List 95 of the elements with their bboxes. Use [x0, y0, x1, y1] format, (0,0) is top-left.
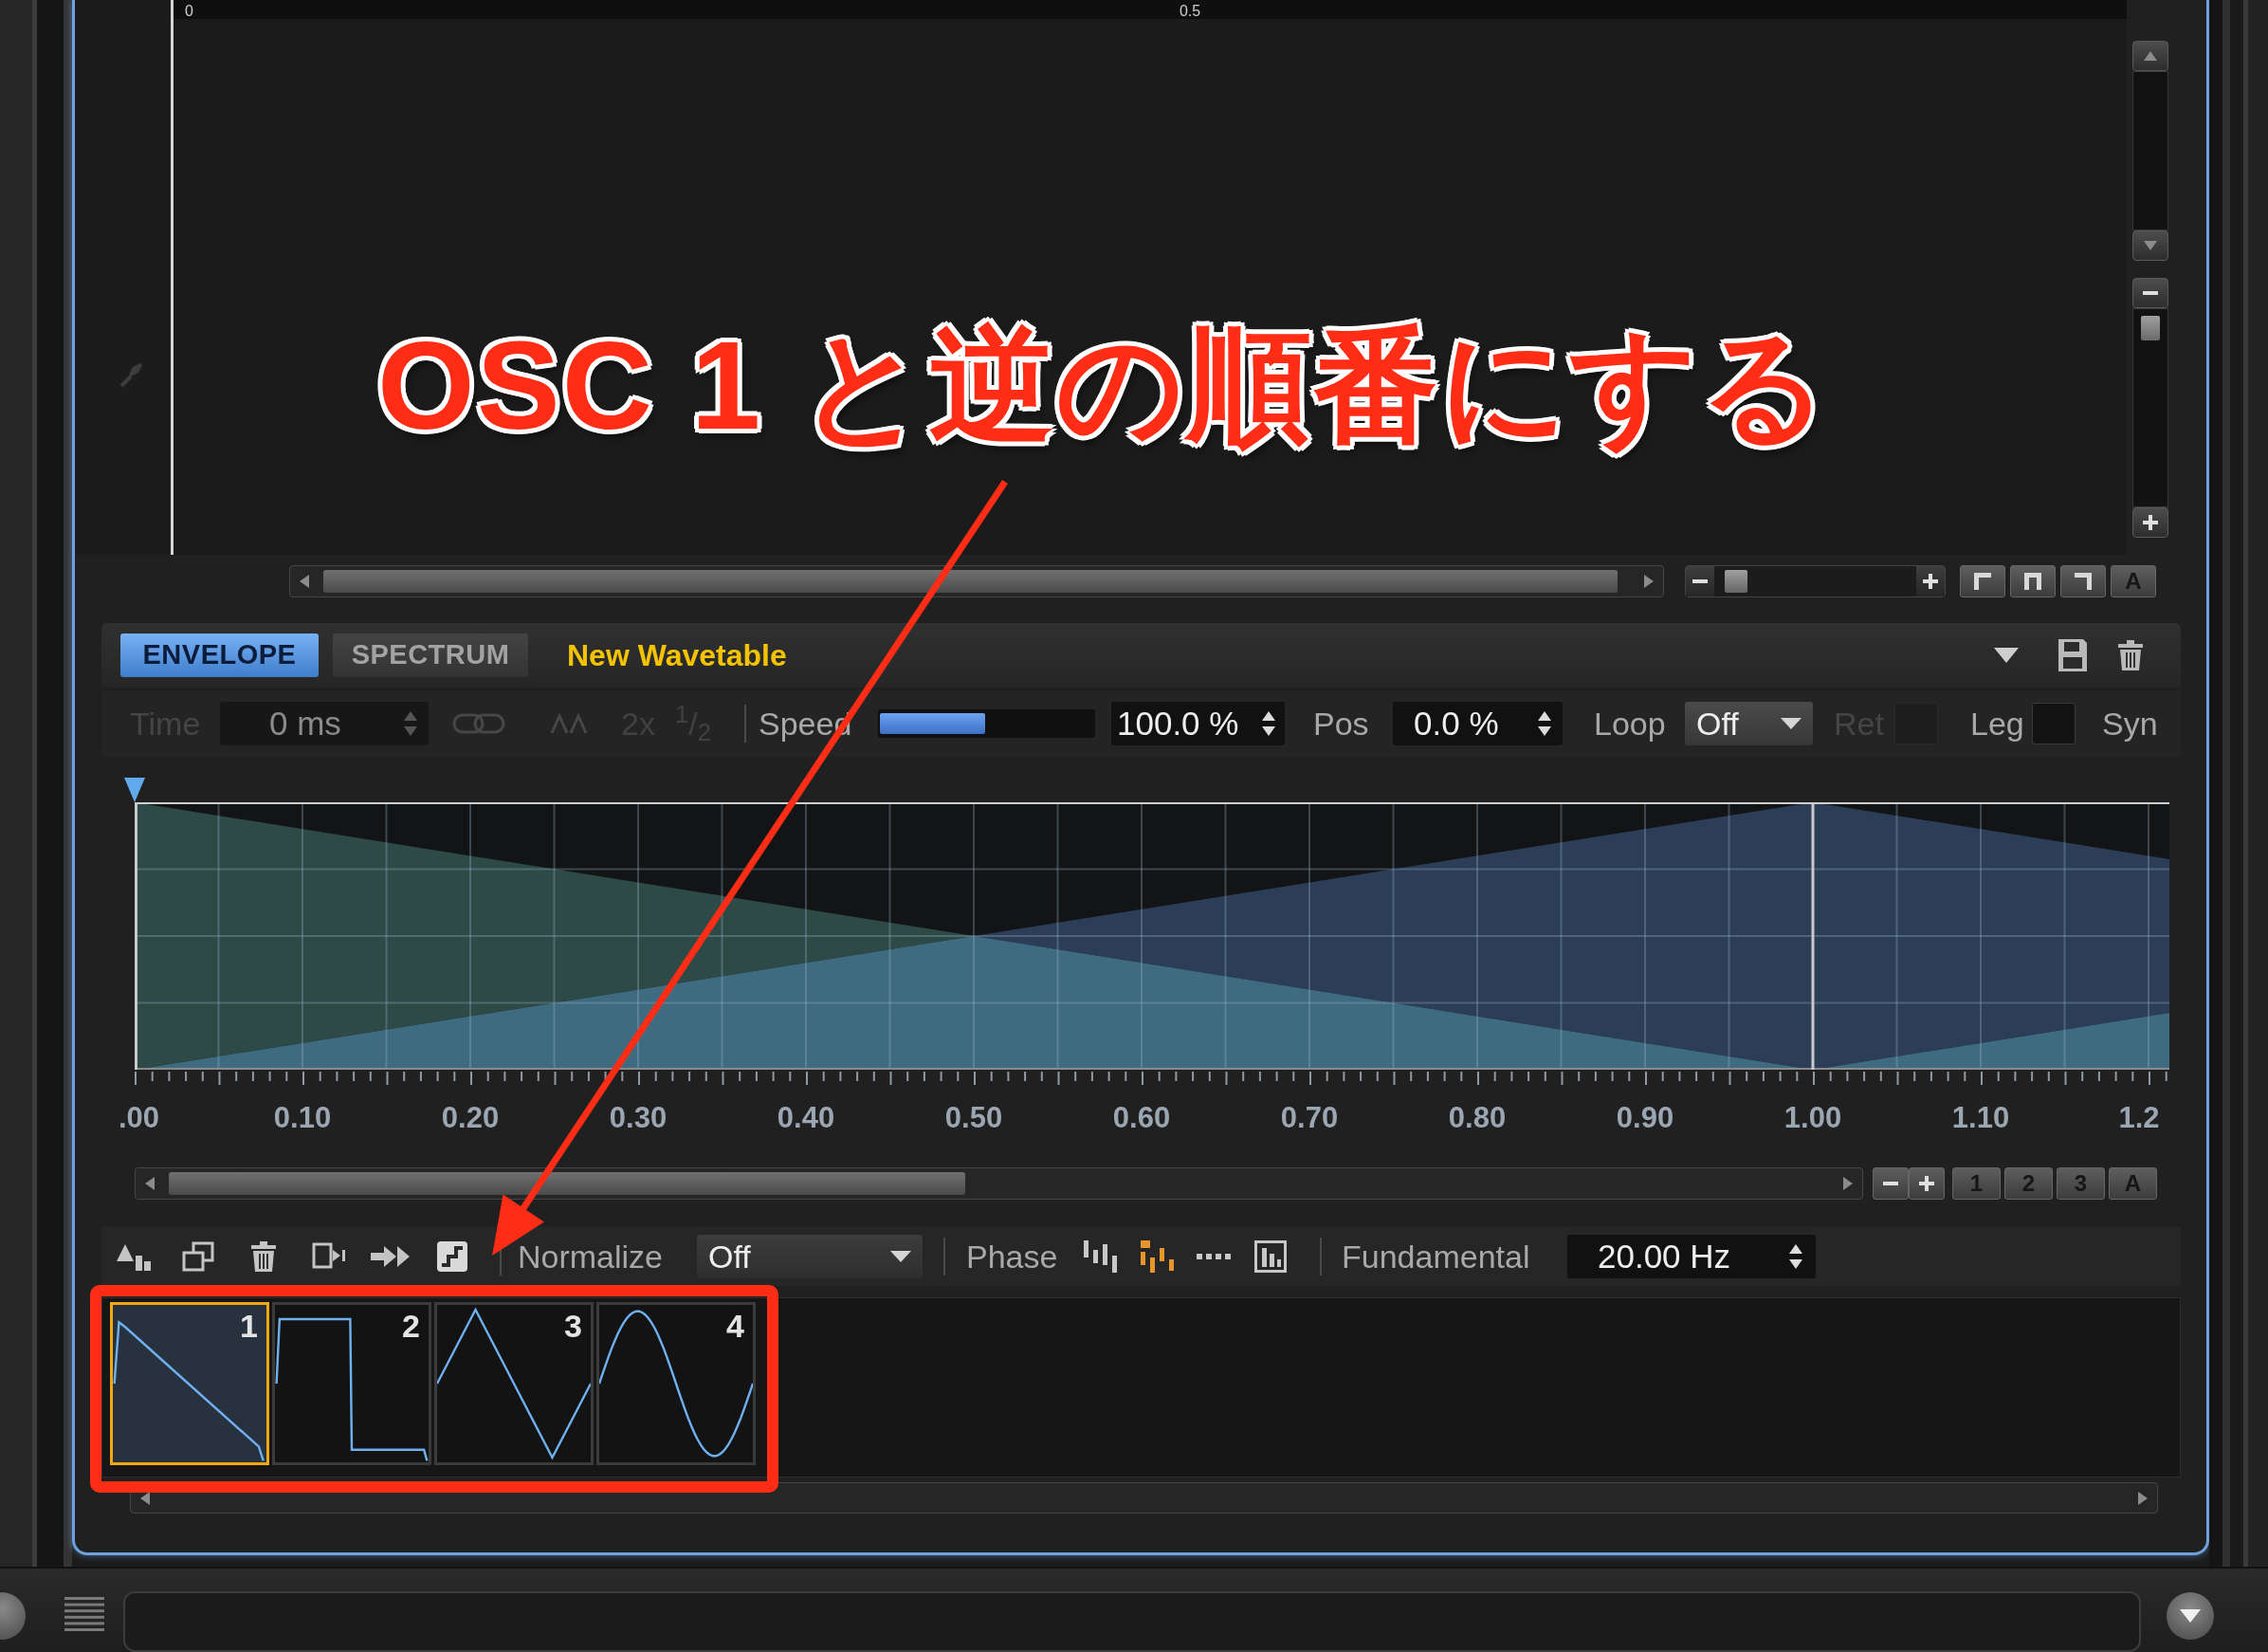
- axis-label: 0.10: [273, 1100, 332, 1136]
- axis-label: 0.50: [944, 1100, 1003, 1136]
- caret-down-icon: [890, 1251, 911, 1262]
- fundamental-field[interactable]: 20.00 Hz: [1567, 1235, 1816, 1278]
- horizontal-scrollbar[interactable]: [289, 564, 1664, 597]
- box-arrow-icon[interactable]: [311, 1242, 348, 1271]
- corner-icon: [2075, 572, 2092, 590]
- phase-label: Phase: [966, 1237, 1058, 1276]
- zoom-in-button[interactable]: [1909, 1167, 1945, 1200]
- staggered-bars-icon[interactable]: [1083, 1240, 1117, 1273]
- trash-icon[interactable]: [2118, 640, 2143, 670]
- axis-label: 0.40: [777, 1100, 835, 1136]
- caret-down-icon[interactable]: [1994, 648, 2019, 663]
- staggered-bars-icon[interactable]: [1140, 1240, 1174, 1273]
- zoom-slider[interactable]: [1714, 565, 1916, 597]
- bracket-icon: [2024, 572, 2041, 590]
- triangle-right-icon: [1644, 574, 1654, 588]
- position-label: Pos: [1313, 704, 1369, 743]
- toggle-label: Leg: [1970, 704, 2024, 743]
- caret-down-icon: [2180, 1609, 2201, 1623]
- plus-icon: [1923, 573, 1938, 589]
- scroll-down-button[interactable]: [2132, 230, 2168, 261]
- speed-slider[interactable]: [878, 709, 1095, 738]
- triangle-up-icon: [2144, 51, 2157, 61]
- peak-icon[interactable]: [116, 1242, 151, 1271]
- duplicate-icon[interactable]: [181, 1241, 214, 1272]
- axis-label: .00: [119, 1100, 160, 1136]
- sync-label: Syn: [2102, 704, 2158, 743]
- ruler-label: 0: [185, 4, 193, 19]
- axis-label: 0.20: [441, 1100, 500, 1136]
- loop-dropdown[interactable]: Off: [1685, 702, 1813, 745]
- plus-icon: [2143, 515, 2158, 530]
- triangle-right-icon: [1843, 1177, 1853, 1190]
- minus-icon: [2143, 291, 2158, 295]
- zoom-out-button[interactable]: [2132, 278, 2168, 308]
- wavetable-frame[interactable]: 3: [434, 1302, 594, 1465]
- spinner-icon: [1789, 1244, 1802, 1269]
- normalize-label: Normalize: [518, 1237, 664, 1276]
- zoom-slider[interactable]: [2132, 308, 2168, 507]
- zoom-in-button[interactable]: [1916, 565, 1945, 597]
- wavetable-frame[interactable]: 4: [596, 1302, 756, 1465]
- plus-icon: [1919, 1176, 1934, 1191]
- trash-icon[interactable]: [251, 1241, 276, 1272]
- horizontal-scrollbar[interactable]: [135, 1167, 1863, 1200]
- triangle-right-icon: [2138, 1491, 2148, 1505]
- fundamental-label: Fundamental: [1342, 1237, 1530, 1276]
- spinner-icon: [1262, 711, 1275, 736]
- axis-label: 0.90: [1616, 1100, 1674, 1136]
- spinner-icon: [404, 711, 417, 736]
- bar-chart-icon[interactable]: [1254, 1240, 1287, 1273]
- zoom-out-button[interactable]: [1686, 565, 1714, 597]
- annotation-text: OSC 1 と逆の順番にする: [376, 315, 1831, 457]
- wavetable-frame[interactable]: 1: [110, 1302, 269, 1465]
- zoom-in-button[interactable]: [2132, 507, 2168, 538]
- wavetable-name: New Wavetable: [567, 637, 787, 674]
- spinner-icon: [1538, 711, 1551, 736]
- ruler-label: 0.5: [1179, 4, 1201, 19]
- corner-icon: [1974, 572, 1991, 590]
- triangle-marker-icon[interactable]: [124, 778, 145, 802]
- view-button[interactable]: [1960, 564, 2005, 597]
- zoom-control[interactable]: [1685, 564, 1946, 597]
- view-button[interactable]: [2060, 564, 2106, 597]
- save-icon[interactable]: [2058, 639, 2087, 671]
- step-tile-icon[interactable]: [437, 1241, 467, 1272]
- triangle-left-icon: [140, 1491, 150, 1505]
- scrollbar-thumb[interactable]: [323, 569, 1618, 593]
- tab[interactable]: SPECTRUM: [333, 633, 528, 677]
- zoom-thumb[interactable]: [2141, 316, 2160, 340]
- axis-label: 1.10: [1951, 1100, 2010, 1136]
- speed-field[interactable]: 100.0 %: [1111, 702, 1285, 745]
- minus-icon: [1883, 1182, 1898, 1185]
- caret-down-icon: [1781, 718, 1802, 729]
- scrollbar-thumb[interactable]: [169, 1172, 965, 1195]
- position-field[interactable]: 0.0 %: [1393, 702, 1563, 745]
- axis-label: 1.2: [2118, 1100, 2160, 1136]
- checkbox[interactable]: [2032, 703, 2076, 744]
- axis-label: 0.80: [1448, 1100, 1507, 1136]
- minus-icon: [1692, 578, 1708, 583]
- view-button[interactable]: [2010, 564, 2056, 597]
- menu-icon[interactable]: [64, 1597, 104, 1631]
- triangle-left-icon: [145, 1177, 155, 1190]
- wavetable-frame[interactable]: 2: [272, 1302, 431, 1465]
- axis-label: 0.70: [1280, 1100, 1339, 1136]
- dotted-line-icon[interactable]: [1197, 1254, 1231, 1259]
- triangle-left-icon: [300, 574, 309, 588]
- axis-label: 0.30: [609, 1100, 668, 1136]
- loop-label: Loop: [1594, 704, 1666, 743]
- normalize-dropdown[interactable]: Off: [697, 1235, 923, 1278]
- tab[interactable]: ENVELOPE: [120, 633, 319, 677]
- axis-label: 1.00: [1783, 1100, 1842, 1136]
- zoom-out-button[interactable]: [1873, 1167, 1909, 1200]
- scroll-up-button[interactable]: [2132, 41, 2168, 71]
- zoom-thumb[interactable]: [1725, 569, 1748, 593]
- axis-label: 0.60: [1112, 1100, 1171, 1136]
- triangle-down-icon: [2144, 241, 2157, 250]
